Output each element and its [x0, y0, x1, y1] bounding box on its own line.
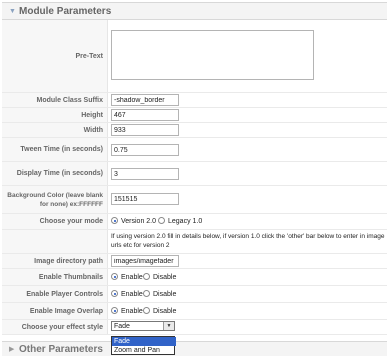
radio-unselected-icon[interactable]: [143, 290, 150, 298]
image-directory-input[interactable]: [111, 255, 179, 267]
mode-info-label-cell: [2, 230, 108, 253]
effect-style-label: Choose your effect style: [2, 320, 108, 334]
thumbnails-enable-option[interactable]: Enable: [111, 273, 143, 281]
player-controls-disable-option[interactable]: Disable: [143, 290, 176, 298]
tween-time-label: Tween Time (in seconds): [2, 138, 108, 161]
radio-selected-icon[interactable]: [111, 217, 118, 225]
height-row: Height: [2, 108, 387, 123]
player-controls-row: Enable Player Controls Enable Disable: [2, 286, 387, 303]
radio-unselected-icon[interactable]: [158, 217, 165, 225]
mode-row: Choose your mode Version 2.0 Legacy 1.0: [2, 214, 387, 230]
module-class-suffix-label: Module Class Suffix: [2, 93, 108, 107]
mode-info-text: If using version 2.0 fill in details bel…: [111, 233, 385, 249]
effect-style-selected-value: Fade: [114, 323, 130, 330]
background-color-input[interactable]: [111, 193, 179, 205]
background-color-row: Background Color (leave blank for none) …: [2, 186, 387, 214]
tween-time-row: Tween Time (in seconds): [2, 138, 387, 162]
image-overlap-row: Enable Image Overlap Enable Disable: [2, 303, 387, 320]
image-overlap-enable-option[interactable]: Enable: [111, 307, 143, 315]
background-color-label: Background Color (leave blank for none) …: [2, 186, 108, 213]
radio-unselected-icon[interactable]: [143, 307, 150, 315]
player-controls-label: Enable Player Controls: [2, 286, 108, 302]
effect-style-select[interactable]: Fade ▼: [111, 321, 175, 331]
collapsed-arrow-icon: ▶: [9, 346, 15, 353]
module-parameters-header[interactable]: ▼ Module Parameters: [2, 2, 387, 20]
thumbnails-disable-option[interactable]: Disable: [143, 273, 176, 281]
image-overlap-disable-option[interactable]: Disable: [143, 307, 176, 315]
mode-option-legacy[interactable]: Legacy 1.0: [158, 217, 202, 225]
image-directory-label: Image directory path: [2, 254, 108, 268]
display-time-input[interactable]: [111, 168, 179, 180]
dropdown-arrow-icon[interactable]: ▼: [163, 322, 174, 330]
module-class-suffix-input[interactable]: [111, 94, 179, 106]
mode-info-row: If using version 2.0 fill in details bel…: [2, 230, 387, 254]
pretext-row: Pre-Text: [2, 20, 387, 93]
height-label: Height: [2, 108, 108, 122]
mode-label: Choose your mode: [2, 214, 108, 229]
radio-selected-icon[interactable]: [111, 307, 118, 315]
player-controls-enable-option[interactable]: Enable: [111, 290, 143, 298]
module-parameters-title: Module Parameters: [19, 6, 112, 17]
pretext-textarea[interactable]: [111, 30, 314, 80]
effect-style-dropdown-list: Fade Zoom and Pan: [111, 336, 176, 355]
thumbnails-row: Enable Thumbnails Enable Disable: [2, 269, 387, 286]
dropdown-option-fade[interactable]: Fade: [112, 337, 176, 346]
effect-style-row: Choose your effect style Fade ▼: [2, 320, 387, 335]
thumbnails-label: Enable Thumbnails: [2, 269, 108, 285]
dropdown-option-zoom-and-pan[interactable]: Zoom and Pan: [112, 346, 176, 355]
module-class-suffix-row: Module Class Suffix: [2, 93, 387, 108]
other-parameters-header[interactable]: ▶ Other Parameters: [2, 341, 387, 356]
image-overlap-label: Enable Image Overlap: [2, 303, 108, 319]
pretext-label: Pre-Text: [2, 20, 108, 92]
width-row: Width: [2, 123, 387, 138]
radio-selected-icon[interactable]: [111, 290, 118, 298]
tween-time-input[interactable]: [111, 144, 179, 156]
display-time-row: Display Time (in seconds): [2, 162, 387, 186]
expand-arrow-icon: ▼: [9, 8, 16, 15]
height-input[interactable]: [111, 109, 179, 121]
module-parameters-panel: ▼ Module Parameters Pre-Text Module Clas…: [0, 0, 387, 356]
display-time-label: Display Time (in seconds): [2, 162, 108, 185]
radio-selected-icon[interactable]: [111, 273, 118, 281]
radio-unselected-icon[interactable]: [143, 273, 150, 281]
mode-option-version2[interactable]: Version 2.0: [111, 217, 156, 225]
width-label: Width: [2, 123, 108, 137]
image-directory-row: Image directory path: [2, 254, 387, 269]
width-input[interactable]: [111, 124, 179, 136]
other-parameters-title: Other Parameters: [19, 344, 103, 355]
